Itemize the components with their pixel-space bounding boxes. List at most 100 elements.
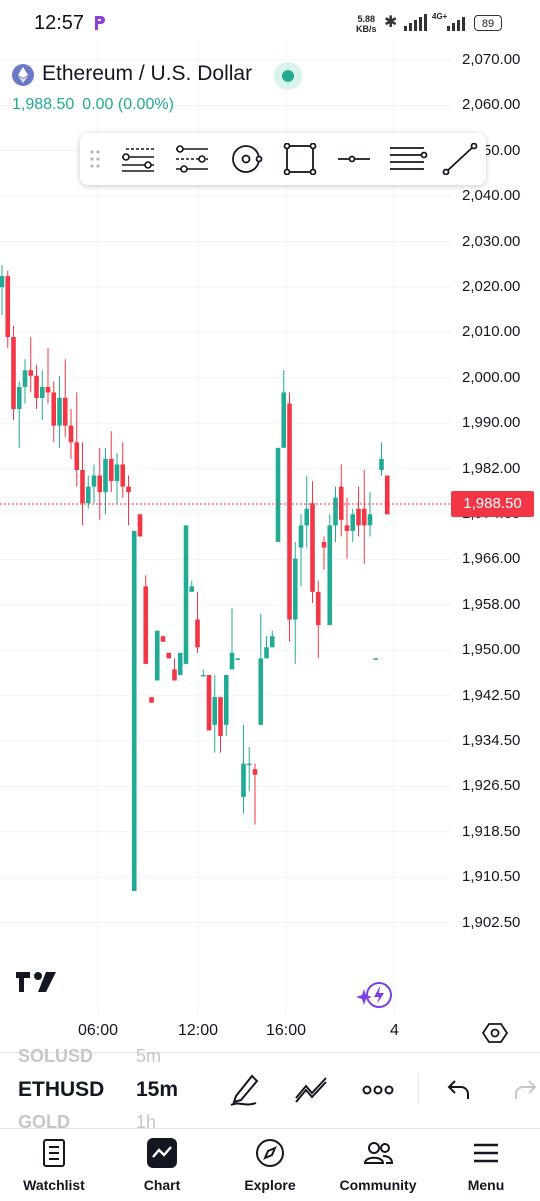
candle-body (252, 769, 258, 775)
signal-icon-2 (447, 17, 465, 31)
price-label: 1,990.00 (462, 414, 521, 432)
candle-body (275, 447, 281, 543)
time-label: 12:00 (178, 1022, 219, 1039)
price-label: 1,958.00 (462, 595, 521, 613)
redo-icon[interactable] (512, 1078, 538, 1102)
watchlist-icon (43, 1139, 65, 1167)
price-label: 1,950.00 (462, 641, 521, 659)
candle-body (68, 425, 74, 443)
timeframe-prev[interactable]: 5m (136, 1046, 161, 1067)
candle-body (356, 508, 361, 526)
drawing-toolbar (80, 133, 486, 185)
candle-body (172, 669, 177, 681)
nav-label: Explore (244, 1177, 296, 1193)
candle-body (229, 652, 235, 670)
candle-body (264, 647, 269, 659)
net-speed: 5.88 KB/s (356, 14, 377, 34)
candle-body (344, 525, 350, 531)
price-label: 2,030.00 (462, 232, 521, 250)
candle-body (218, 697, 223, 736)
fib-extension-icon[interactable] (174, 143, 210, 175)
price-label: 1,918.50 (462, 822, 521, 840)
status-time: 12:57 (34, 12, 85, 34)
tradingview-logo (16, 972, 56, 992)
candle-body (126, 486, 131, 493)
candle-body (304, 508, 310, 526)
active-timeframe[interactable]: 15m (136, 1078, 178, 1102)
time-label: 4 (390, 1022, 399, 1039)
nav-label: Menu (467, 1177, 505, 1193)
chart-icon (147, 1138, 177, 1168)
price-label: 1,926.50 (462, 777, 521, 795)
candle-body (160, 636, 166, 642)
more-options-icon[interactable] (362, 1080, 394, 1100)
indicators-icon[interactable] (294, 1076, 330, 1104)
draw-pencil-icon[interactable] (228, 1072, 260, 1108)
candle-body (327, 525, 333, 626)
nav-menu[interactable]: Menu (432, 1129, 540, 1201)
active-symbol[interactable]: ETHUSD (18, 1078, 104, 1102)
price-label: 1,982.00 (462, 459, 521, 477)
rectangle-tool-icon[interactable] (282, 143, 318, 175)
nav-watchlist[interactable]: Watchlist (0, 1129, 108, 1201)
candle-body (39, 386, 45, 398)
candle-body (241, 763, 246, 797)
horizontal-line-icon[interactable] (336, 143, 372, 175)
candle-body (321, 542, 327, 548)
candle-body (338, 486, 344, 520)
nav-chart[interactable]: Chart (108, 1129, 216, 1201)
nav-label: Community (339, 1177, 417, 1193)
circle-tool-icon[interactable] (228, 143, 264, 175)
candle-body (80, 469, 85, 504)
candle-body (97, 475, 103, 493)
candle-body (143, 586, 149, 664)
candle-body (281, 392, 287, 448)
price-label: 2,040.00 (462, 187, 521, 205)
bottom-nav: Watchlist Chart Explore Community Menu (0, 1128, 540, 1201)
drag-handle-icon[interactable] (88, 149, 102, 169)
market-status-icon[interactable] (274, 62, 302, 90)
candle-body (28, 370, 34, 376)
candle-body (315, 591, 321, 626)
candle-body (206, 674, 212, 731)
chart-settings-icon[interactable] (482, 1020, 508, 1046)
candle-body (11, 337, 16, 410)
price-label: 2,000.00 (462, 368, 521, 386)
price-label: 1,942.50 (462, 686, 521, 704)
symbol-title[interactable]: Ethereum / U.S. Dollar (42, 62, 252, 86)
candle-body (57, 397, 62, 426)
bluetooth-icon: ✱ (384, 14, 398, 31)
candle-body (131, 530, 137, 892)
symbol-prev[interactable]: SOLUSD (18, 1046, 93, 1067)
fib-retracement-icon[interactable] (120, 143, 156, 175)
candle-body (34, 375, 39, 398)
nav-label: Chart (143, 1177, 181, 1193)
nav-explore[interactable]: Explore (216, 1129, 324, 1201)
price-label: 2,070.00 (462, 51, 521, 68)
trend-line-icon[interactable] (442, 143, 478, 175)
nav-community[interactable]: Community (324, 1129, 432, 1201)
ethereum-icon (12, 64, 34, 86)
candle-body (235, 658, 241, 660)
candle-body (223, 674, 229, 725)
candle-body (292, 558, 298, 620)
candle-body (384, 475, 390, 515)
price-label: 2,020.00 (462, 278, 521, 295)
candle-body (22, 370, 28, 387)
price-label: 1,910.50 (462, 868, 521, 886)
price-chart[interactable] (0, 40, 540, 1020)
candle-body (183, 525, 189, 664)
candle-body (177, 652, 183, 675)
sparkle-icon[interactable] (354, 980, 396, 1012)
undo-icon[interactable] (446, 1078, 472, 1102)
candle-body (298, 525, 304, 548)
menu-icon (474, 1143, 498, 1163)
candle-body (114, 464, 120, 482)
price-label: 1,966.00 (462, 550, 521, 568)
candle-body (108, 458, 114, 482)
candle-body (189, 586, 195, 592)
candle-body (149, 697, 154, 703)
candle-body (379, 458, 384, 470)
candle-body (137, 514, 143, 537)
parallel-channel-icon[interactable] (388, 143, 428, 175)
